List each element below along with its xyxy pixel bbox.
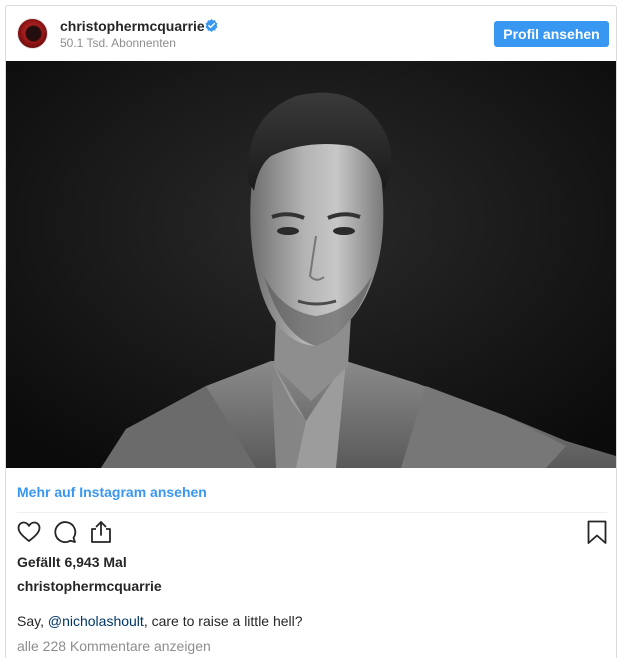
caption-text-end: , care to raise a little hell? (143, 613, 303, 629)
caption-text-start: Say, (17, 613, 48, 629)
likes-count[interactable]: Gefällt 6,943 Mal (17, 554, 127, 570)
post-header: christophermcquarrie 50.1 Tsd. Abonnente… (6, 6, 616, 60)
post-photo[interactable] (6, 61, 616, 468)
username[interactable]: christophermcquarrie (60, 18, 205, 34)
share-icon[interactable] (88, 519, 114, 545)
comment-bubble-icon[interactable] (52, 519, 78, 545)
verified-badge-icon (205, 19, 218, 32)
portrait-image (6, 61, 616, 468)
caption-username[interactable]: christophermcquarrie (17, 578, 162, 594)
instagram-embed-card: christophermcquarrie 50.1 Tsd. Abonnente… (5, 5, 617, 658)
heart-icon[interactable] (16, 519, 42, 545)
view-profile-button[interactable]: Profil ansehen (494, 21, 609, 47)
more-on-instagram-link[interactable]: Mehr auf Instagram ansehen (17, 484, 207, 500)
avatar[interactable] (17, 18, 48, 49)
mention-link[interactable]: @nicholashoult (48, 613, 144, 629)
divider (17, 512, 607, 513)
view-all-comments-link[interactable]: alle 228 Kommentare anzeigen (17, 638, 211, 654)
post-caption: Say, @nicholashoult, care to raise a lit… (17, 613, 303, 629)
follower-count: 50.1 Tsd. Abonnenten (60, 36, 176, 50)
bookmark-icon[interactable] (584, 519, 610, 545)
